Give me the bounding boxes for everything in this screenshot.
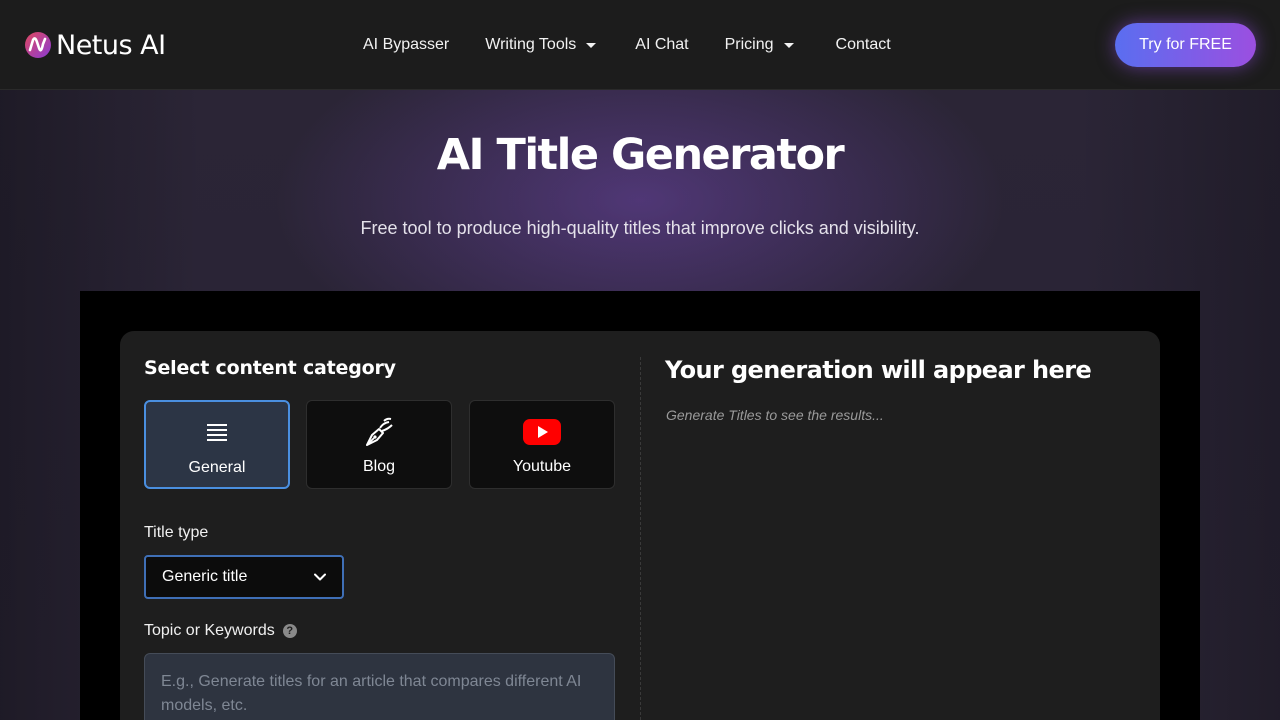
nav-link-contact[interactable]: Contact [836,36,891,54]
category-youtube-button[interactable]: Youtube [469,400,615,489]
topic-label-text: Topic or Keywords [144,622,275,639]
pen-nib-icon [363,417,395,447]
category-label: General [188,459,246,476]
caret-down-icon [586,43,597,48]
category-label: Blog [362,458,396,475]
nav-link-ai-chat[interactable]: AI Chat [635,36,688,54]
main-nav: AI Bypasser Writing Tools AI Chat Pricin… [363,33,891,57]
title-type-select[interactable]: Generic title [144,555,344,599]
netus-logo-icon [25,32,51,58]
category-blog-button[interactable]: Blog [306,400,452,489]
page-subtitle: Free tool to produce high-quality titles… [360,218,920,238]
nav-link-label: AI Chat [635,36,689,53]
nav-link-label: Pricing [724,36,774,53]
nav-link-pricing[interactable]: Pricing [725,36,794,54]
try-for-free-button[interactable]: Try for FREE [1115,23,1256,67]
topic-label: Topic or Keywords ? [144,622,297,640]
brand-logo[interactable]: Netus AI [24,27,166,63]
topic-input[interactable]: E.g., Generate titles for an article tha… [144,653,615,720]
title-type-label-text: Title type [144,524,209,541]
page-title: AI Title Generator [436,130,845,180]
result-heading: Your generation will appear here [665,356,1092,384]
nav-link-ai-bypasser[interactable]: AI Bypasser [363,36,449,54]
top-navbar: Netus AI AI Bypasser Writing Tools AI Ch… [0,0,1280,90]
topic-input-placeholder: E.g., Generate titles for an article tha… [161,673,582,714]
chevron-down-icon [314,573,326,581]
list-icon [206,418,228,448]
youtube-icon [523,417,561,447]
category-label: Youtube [512,458,572,475]
result-placeholder: Generate Titles to see the results... [666,407,884,423]
caret-down-icon [783,43,794,48]
nav-link-writing-tools[interactable]: Writing Tools [485,36,597,54]
nav-link-label: Writing Tools [485,36,577,53]
category-heading: Select content category [144,357,396,379]
category-general-button[interactable]: General [144,400,290,489]
panel-divider [640,357,641,720]
title-type-value: Generic title [162,568,248,585]
nav-link-label: Contact [835,36,891,53]
title-type-label: Title type [144,524,208,542]
help-icon[interactable]: ? [282,624,297,638]
nav-link-label: AI Bypasser [363,36,450,53]
brand-name: Netus AI [56,29,166,61]
